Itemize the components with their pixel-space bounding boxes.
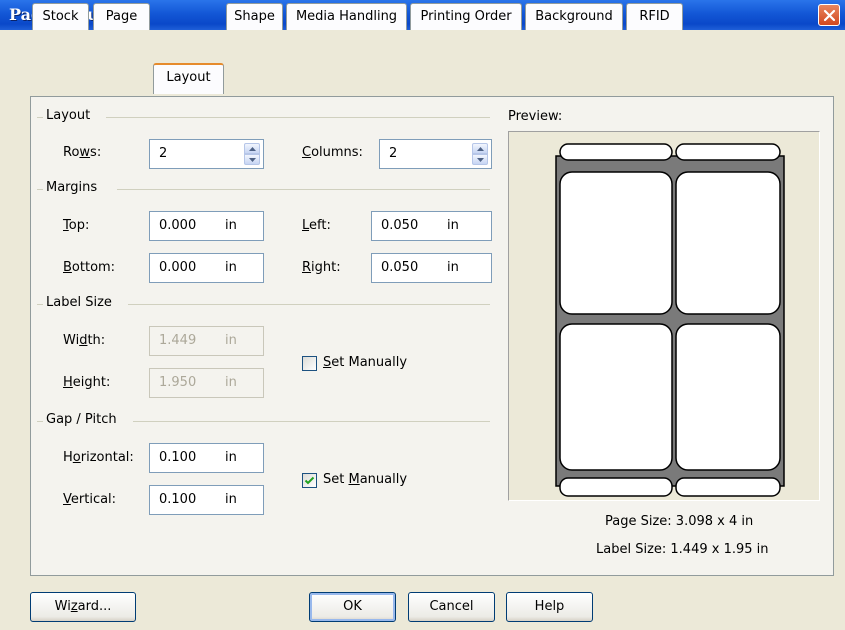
top-unit: in xyxy=(225,218,237,233)
layout-section-tick xyxy=(37,117,43,118)
width-value: 1.449 xyxy=(159,333,197,348)
gap-pitch-section-heading: Gap / Pitch xyxy=(46,412,117,427)
preview-label-4 xyxy=(675,323,781,471)
label-size-set-manually-label[interactable]: Set Manually xyxy=(323,355,407,370)
bottom-value: 0.000 xyxy=(159,260,197,275)
bottom-margin-field[interactable]: 0.000 in xyxy=(149,253,264,283)
margins-section-tick xyxy=(37,189,43,190)
gap-pitch-set-manually-label[interactable]: Set Manually xyxy=(323,472,407,487)
width-label: Width: xyxy=(63,333,106,348)
label-size-section-heading: Label Size xyxy=(46,295,112,310)
checkmark-icon xyxy=(304,476,315,485)
horizontal-label: Horizontal: xyxy=(63,450,134,465)
tab-background-label: Background xyxy=(535,9,613,24)
tab-shape[interactable]: Shape xyxy=(226,3,283,30)
preview-label-partial-bottom-right xyxy=(675,477,781,497)
label-preview-graphic xyxy=(555,143,785,497)
left-value: 0.050 xyxy=(381,218,419,233)
tab-rfid-label: RFID xyxy=(639,9,670,24)
width-unit: in xyxy=(225,333,237,348)
close-button[interactable] xyxy=(818,4,840,26)
gap-pitch-section-tick xyxy=(37,421,43,422)
vertical-value: 0.100 xyxy=(159,492,197,507)
label-size-section-tick xyxy=(37,304,43,305)
tab-printing-order-label: Printing Order xyxy=(420,9,512,24)
height-unit: in xyxy=(225,375,237,390)
preview-label-partial-bottom-left xyxy=(559,477,673,497)
bottom-label: Bottom: xyxy=(63,260,116,275)
tab-printing-order[interactable]: Printing Order xyxy=(410,3,522,30)
rows-spinner[interactable] xyxy=(244,143,260,165)
right-unit: in xyxy=(447,260,459,275)
preview-label-1 xyxy=(559,171,673,315)
columns-down-arrow-icon[interactable] xyxy=(472,154,488,165)
tab-page-label: Page xyxy=(105,9,138,24)
horizontal-unit: in xyxy=(225,450,237,465)
columns-up-arrow-icon[interactable] xyxy=(472,143,488,154)
preview-label: Preview: xyxy=(508,109,563,124)
tab-stock-label: Stock xyxy=(42,9,79,24)
tab-shape-label: Shape xyxy=(234,9,275,24)
tab-media-handling[interactable]: Media Handling xyxy=(286,3,407,30)
height-value: 1.950 xyxy=(159,375,197,390)
columns-label: Columns: xyxy=(302,145,363,160)
margins-section-heading: Margins xyxy=(46,180,98,195)
rows-value: 2 xyxy=(159,146,168,161)
gap-pitch-section-rule xyxy=(133,421,490,422)
wizard-button[interactable]: Wizard... xyxy=(30,592,136,622)
height-label: Height: xyxy=(63,375,111,390)
layout-section-heading: Layout xyxy=(46,108,91,123)
top-label: Top: xyxy=(63,218,90,233)
horizontal-gap-field[interactable]: 0.100 in xyxy=(149,443,264,473)
preview-label-partial-top-right xyxy=(675,143,781,161)
left-margin-field[interactable]: 0.050 in xyxy=(371,211,492,241)
rows-stepper[interactable]: 2 xyxy=(149,139,264,169)
close-icon xyxy=(823,9,835,21)
top-value: 0.000 xyxy=(159,218,197,233)
rows-up-arrow-icon[interactable] xyxy=(244,143,260,154)
preview-label-2 xyxy=(675,171,781,315)
bottom-unit: in xyxy=(225,260,237,275)
vertical-label: Vertical: xyxy=(63,492,117,507)
right-value: 0.050 xyxy=(381,260,419,275)
tab-layout[interactable]: Layout xyxy=(153,63,224,94)
vertical-unit: in xyxy=(225,492,237,507)
gap-pitch-set-manually-checkbox[interactable] xyxy=(302,473,317,488)
tab-background[interactable]: Background xyxy=(525,3,623,30)
cancel-button[interactable]: Cancel xyxy=(408,592,495,622)
label-size-info: Label Size: 1.449 x 1.95 in xyxy=(596,542,769,557)
preview-label-3 xyxy=(559,323,673,471)
horizontal-value: 0.100 xyxy=(159,450,197,465)
page-size-info: Page Size: 3.098 x 4 in xyxy=(605,514,754,529)
label-preview xyxy=(508,131,820,501)
right-margin-field[interactable]: 0.050 in xyxy=(371,253,492,283)
tab-layout-label: Layout xyxy=(166,70,211,85)
margins-section-rule xyxy=(117,189,490,190)
right-label: Right: xyxy=(302,260,341,275)
preview-label-partial-top-left xyxy=(559,143,673,161)
vertical-gap-field[interactable]: 0.100 in xyxy=(149,485,264,515)
rows-down-arrow-icon[interactable] xyxy=(244,154,260,165)
tab-rfid[interactable]: RFID xyxy=(626,3,683,30)
page-setup-dialog: Page Setup Stock Page Layout Shape Media… xyxy=(0,0,845,630)
columns-value: 2 xyxy=(389,146,398,161)
tab-media-handling-label: Media Handling xyxy=(295,9,398,24)
tab-page[interactable]: Page xyxy=(93,3,150,30)
left-unit: in xyxy=(447,218,459,233)
label-size-section-rule xyxy=(128,304,490,305)
label-size-set-manually-checkbox[interactable] xyxy=(302,356,317,371)
height-field: 1.950 in xyxy=(149,368,264,398)
rows-label: Rows: xyxy=(63,145,102,160)
width-field: 1.449 in xyxy=(149,326,264,356)
top-margin-field[interactable]: 0.000 in xyxy=(149,211,264,241)
columns-spinner[interactable] xyxy=(472,143,488,165)
layout-section-rule xyxy=(106,117,490,118)
left-label: Left: xyxy=(302,218,331,233)
columns-stepper[interactable]: 2 xyxy=(379,139,492,169)
tab-stock[interactable]: Stock xyxy=(32,3,89,30)
ok-button[interactable]: OK xyxy=(309,592,396,622)
help-button[interactable]: Help xyxy=(506,592,593,622)
